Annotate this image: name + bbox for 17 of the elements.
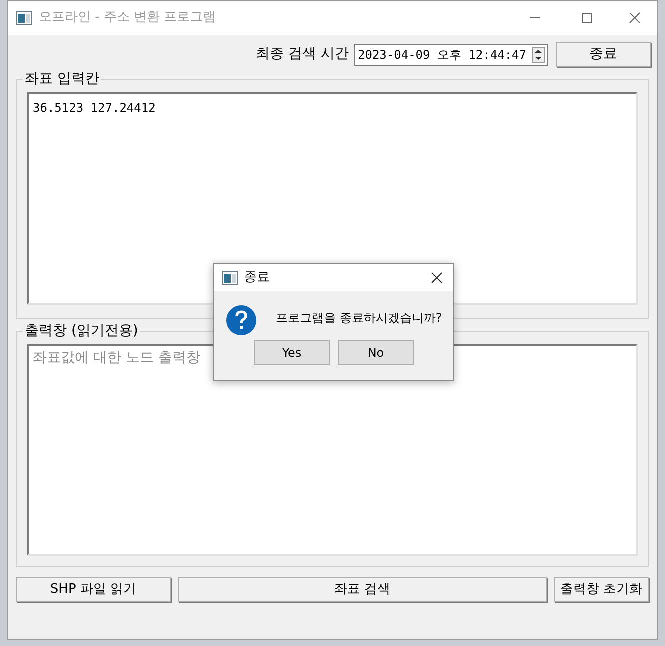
dialog-button[interactable]: Yes <box>254 340 330 365</box>
app-icon <box>222 270 238 284</box>
spinner-icon[interactable] <box>532 46 545 62</box>
dialog-button[interactable]: No <box>338 340 414 365</box>
maximize-icon[interactable] <box>581 12 593 24</box>
dialog-title: 종료 <box>244 268 270 287</box>
close-icon[interactable] <box>431 272 443 284</box>
clear-button[interactable]: 출력창 초기화 <box>554 577 649 602</box>
search-button[interactable]: 좌표 검색 <box>178 577 547 602</box>
app-icon <box>16 11 32 25</box>
search-time-label: 최종 검색 시간 <box>256 45 349 64</box>
question-icon <box>226 305 257 336</box>
dialog-message: 프로그램을 종료하시겠습니까? <box>276 310 442 327</box>
read-file-button[interactable]: SHP 파일 읽기 <box>16 577 171 602</box>
window-title: 오프라인 - 주소 변환 프로그램 <box>39 9 216 28</box>
datetime-field[interactable]: 2023-04-09 오후 12:44:47 <box>354 44 548 66</box>
exit-button[interactable]: 종료 <box>556 42 651 67</box>
